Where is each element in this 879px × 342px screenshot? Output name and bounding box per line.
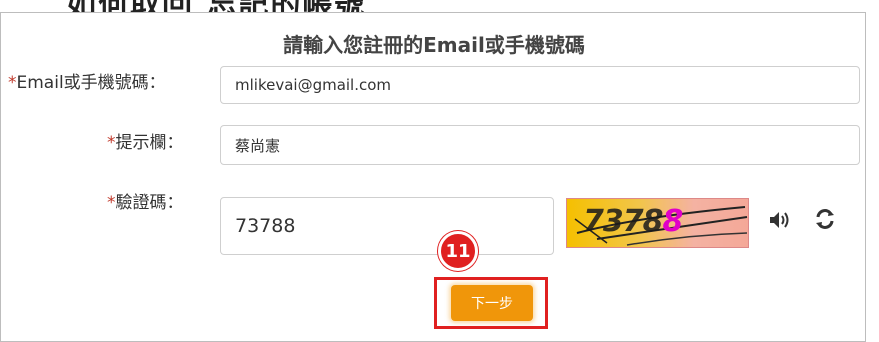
page-heading-text: 如何取回 忘記的帳號 xyxy=(66,0,366,12)
code-label: *驗證碼： xyxy=(107,193,184,213)
next-step-button[interactable]: 下一步 xyxy=(451,285,533,321)
captcha-digits: 73788 xyxy=(583,204,683,239)
hint-label: *提示欄： xyxy=(107,133,184,153)
form-title: 請輸入您註冊的Email或手機號碼 xyxy=(283,33,585,57)
email-label: *Email或手機號碼： xyxy=(8,73,166,93)
verification-code-input[interactable] xyxy=(220,197,554,255)
captcha-image: 73788 xyxy=(566,198,749,248)
step-number-badge: 11 xyxy=(438,231,478,271)
refresh-icon[interactable] xyxy=(812,206,838,232)
page-heading-cropped: 如何取回 忘記的帳號 xyxy=(0,0,879,12)
required-mark: * xyxy=(8,73,17,93)
hint-field[interactable] xyxy=(220,125,860,165)
speaker-icon[interactable] xyxy=(766,207,792,233)
email-field[interactable] xyxy=(220,66,860,104)
recovery-panel: 請輸入您註冊的Email或手機號碼 xyxy=(0,12,866,342)
required-mark: * xyxy=(107,133,116,153)
required-mark: * xyxy=(107,193,116,213)
